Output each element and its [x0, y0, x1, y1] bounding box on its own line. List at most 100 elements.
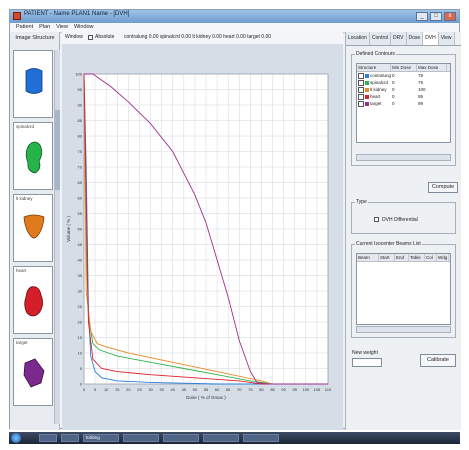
- window-label: Window: [65, 34, 83, 40]
- row-checkbox[interactable]: [358, 100, 364, 107]
- color-swatch: [365, 101, 369, 106]
- menu-view[interactable]: View: [56, 23, 68, 32]
- window-controls: _ □ x: [416, 12, 456, 21]
- application-window: PATIENT - Name PLAN1 Name - [DVH] _ □ x …: [9, 9, 461, 430]
- menu-plan[interactable]: Plan: [39, 23, 50, 32]
- column-header[interactable]: Min Dose: [391, 64, 417, 71]
- y-tick-label: 70: [78, 165, 83, 170]
- menu-patient[interactable]: Patient: [16, 23, 33, 32]
- taskbar-app-button[interactable]: [61, 434, 79, 442]
- x-tick-label: 0: [83, 387, 86, 392]
- beams-table: Beam Start End Table Col Wdg: [356, 253, 451, 325]
- tab-drv[interactable]: DRV: [391, 32, 407, 45]
- structure-scroll-thumb[interactable]: [55, 110, 60, 190]
- menu-window[interactable]: Window: [74, 23, 94, 32]
- table-row[interactable]: lt kidney 0 100: [357, 86, 450, 93]
- column-header[interactable]: Max Dose: [417, 64, 447, 71]
- x-tick-label: 80: [259, 387, 264, 392]
- y-tick-label: 5: [80, 366, 83, 371]
- tab-control[interactable]: Control: [369, 32, 392, 45]
- column-header[interactable]: Col: [425, 254, 437, 261]
- table-row[interactable]: heart 0 95: [357, 93, 450, 100]
- window-title: PATIENT - Name PLAN1 Name - [DVH]: [24, 11, 130, 17]
- contours-hscrollbar[interactable]: [356, 154, 451, 161]
- row-checkbox[interactable]: [358, 86, 364, 93]
- structure-thumb-3[interactable]: heart: [13, 266, 53, 334]
- tab-view[interactable]: View: [438, 32, 455, 45]
- x-tick-label: 5: [94, 387, 97, 392]
- column-header[interactable]: Beam: [357, 254, 379, 261]
- close-button[interactable]: x: [444, 12, 456, 21]
- table-row[interactable]: target 0 99: [357, 100, 450, 107]
- y-tick-label: 60: [78, 196, 83, 201]
- dvh-chart[interactable]: 0 5 10 15 20 25 30 35 40 45 50 55 60 65 70 75 80 85 90 95 10…: [62, 44, 343, 430]
- structure-panel: Image Structure spinalcrd lt kidney hear…: [10, 32, 60, 430]
- taskbar-app-button[interactable]: [243, 434, 279, 442]
- absolute-checkbox[interactable]: [88, 35, 93, 40]
- maximize-button[interactable]: □: [430, 12, 442, 21]
- minimize-button[interactable]: _: [416, 12, 428, 21]
- beams-hscrollbar[interactable]: [356, 326, 451, 333]
- control-panel: Location Control DRV Dose DVH View Defin…: [345, 32, 461, 430]
- y-tick-label: 85: [78, 118, 83, 123]
- x-tick-label: 75: [248, 387, 253, 392]
- y-tick-label: 90: [78, 103, 83, 108]
- structure-panel-title: Image Structure: [15, 35, 55, 41]
- structure-name: contralung: [370, 73, 392, 78]
- tab-dose[interactable]: Dose: [406, 32, 424, 45]
- defined-contours-label: Defined Contours: [355, 51, 396, 57]
- structure-render-icon: [23, 358, 45, 388]
- structure-thumb-4[interactable]: target: [13, 338, 53, 406]
- taskbar-app-button[interactable]: [123, 434, 159, 442]
- type-group: Type DVH Differential: [351, 199, 456, 234]
- table-row[interactable]: spinalcrd 0 79: [357, 79, 450, 86]
- column-header[interactable]: Table: [409, 254, 425, 261]
- structure-thumb-2[interactable]: lt kidney: [13, 194, 53, 262]
- max-dose: 99: [418, 101, 424, 106]
- taskbar-app-button[interactable]: Editing: [83, 434, 119, 442]
- table-row[interactable]: contralung 0 78: [357, 72, 450, 79]
- column-header[interactable]: End: [395, 254, 409, 261]
- x-tick-label: 95: [293, 387, 298, 392]
- x-tick-label: 110: [325, 387, 332, 392]
- new-weight-input[interactable]: [352, 358, 382, 367]
- title-bar: PATIENT - Name PLAN1 Name - [DVH] _ □ x: [10, 10, 459, 23]
- differential-checkbox[interactable]: [374, 217, 379, 222]
- x-axis-label: Dose ( % of Gmax ): [186, 395, 226, 400]
- taskbar-app-button[interactable]: [39, 434, 57, 442]
- y-tick-label: 30: [78, 289, 83, 294]
- calibrate-button[interactable]: Calibrate: [420, 354, 456, 367]
- x-tick-label: 50: [193, 387, 198, 392]
- x-tick-label: 10: [104, 387, 109, 392]
- structure-name: lt kidney: [370, 87, 387, 92]
- structure-name: spinalcrd: [370, 80, 389, 85]
- structure-render-icon: [25, 68, 43, 94]
- x-tick-label: 85: [270, 387, 275, 392]
- tab-location[interactable]: Location: [346, 32, 370, 45]
- row-checkbox[interactable]: [358, 79, 364, 86]
- tab-dvh[interactable]: DVH: [423, 32, 439, 45]
- start-button[interactable]: [11, 433, 21, 443]
- taskbar-app-button[interactable]: [203, 434, 239, 442]
- x-tick-label: 60: [215, 387, 220, 392]
- y-tick-label: 10: [78, 351, 83, 356]
- min-dose: 0: [392, 101, 395, 106]
- structure-thumb-1[interactable]: spinalcrd: [13, 122, 53, 190]
- structure-thumb-label: lt kidney: [16, 196, 33, 201]
- structure-scrollbar[interactable]: [54, 50, 60, 424]
- structure-render-icon: [23, 214, 45, 239]
- structure-thumb-label: target: [16, 340, 28, 345]
- taskbar-app-button[interactable]: [163, 434, 199, 442]
- compute-button[interactable]: Compute: [428, 182, 458, 193]
- beams-table-header: Beam Start End Table Col Wdg: [357, 254, 450, 262]
- color-swatch: [365, 73, 369, 78]
- column-header[interactable]: Structure: [357, 64, 391, 71]
- column-header[interactable]: Wdg: [437, 254, 449, 261]
- x-tick-label: 55: [204, 387, 209, 392]
- contours-table: Structure Min Dose Max Dose contralung 0…: [356, 63, 451, 143]
- x-tick-label: 90: [281, 387, 286, 392]
- row-checkbox[interactable]: [358, 72, 364, 79]
- structure-thumb-0[interactable]: [13, 50, 53, 118]
- column-header[interactable]: Start: [379, 254, 395, 261]
- row-checkbox[interactable]: [358, 93, 364, 100]
